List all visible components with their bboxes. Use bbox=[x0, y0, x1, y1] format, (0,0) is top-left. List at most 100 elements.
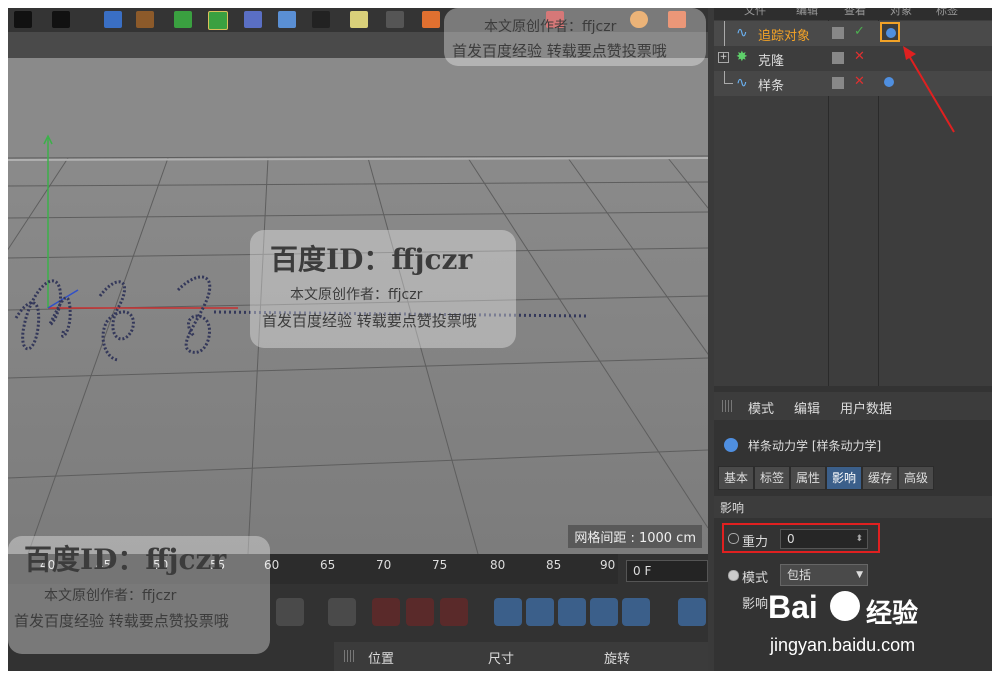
light-icon[interactable] bbox=[350, 11, 368, 28]
baidu-brand-suffix: 经验 bbox=[866, 599, 919, 629]
baidu-url: jingyan.baidu.com bbox=[770, 635, 916, 655]
watermark-title: 百度ID：ffjczr bbox=[24, 543, 227, 576]
menu-tag[interactable]: 标签 bbox=[936, 8, 958, 18]
disabled-x-icon[interactable]: ✕ bbox=[854, 74, 865, 89]
record-keyframe-icon[interactable] bbox=[372, 598, 400, 626]
tab-cache[interactable]: 缓存 bbox=[862, 466, 898, 490]
watermark-note: 首发百度经验 转载要点赞投票哦 bbox=[452, 42, 667, 60]
object-name[interactable]: 样条 bbox=[758, 75, 784, 94]
attr-menu-userdata[interactable]: 用户数据 bbox=[840, 398, 892, 417]
object-name[interactable]: 克隆 bbox=[758, 50, 784, 69]
layer-toggle-icon[interactable] bbox=[832, 77, 844, 89]
stepper-icon[interactable]: ⬍ bbox=[849, 530, 863, 548]
spline-tool-icon[interactable] bbox=[136, 11, 154, 28]
chevron-down-icon: ▼ bbox=[856, 570, 863, 580]
mograph-icon[interactable] bbox=[208, 11, 228, 30]
floor-icon[interactable] bbox=[278, 11, 296, 28]
menu-object[interactable]: 对象 bbox=[890, 8, 912, 18]
generator-icon[interactable] bbox=[174, 11, 192, 28]
spline-object-icon: ∿ bbox=[736, 75, 748, 91]
baidu-jingyan-logo: Bai 经验 jingyan.baidu.com bbox=[768, 585, 983, 663]
parameter-key-icon[interactable] bbox=[590, 598, 618, 626]
gravity-value: 0 bbox=[787, 532, 795, 546]
tick-label: 75 bbox=[432, 558, 448, 572]
watermark-note: 首发百度经验 转载要点赞投票哦 bbox=[14, 612, 229, 630]
gravity-label: 重力 bbox=[742, 535, 769, 550]
coord-position-label: 位置 bbox=[368, 652, 395, 667]
clapper-icon[interactable] bbox=[14, 11, 32, 28]
film-strip-icon[interactable] bbox=[678, 598, 706, 626]
z-axis bbox=[47, 289, 79, 309]
annotation-arrow bbox=[903, 46, 955, 133]
play-render-icon[interactable] bbox=[52, 11, 70, 28]
watermark-note: 首发百度经验 转载要点赞投票哦 bbox=[262, 312, 477, 330]
tick-label: 70 bbox=[376, 558, 392, 572]
mode-label: 模式 bbox=[742, 571, 769, 586]
scale-key-icon[interactable] bbox=[526, 598, 554, 626]
spline-dynamics-icon bbox=[724, 438, 738, 452]
grip-icon bbox=[344, 650, 356, 662]
mode-value: 包括 bbox=[787, 568, 812, 582]
loop-icon[interactable] bbox=[276, 598, 304, 626]
tick-label: 80 bbox=[490, 558, 506, 572]
move-key-icon[interactable] bbox=[494, 598, 522, 626]
tick-label: 65 bbox=[320, 558, 336, 572]
tab-influence[interactable]: 影响 bbox=[826, 466, 862, 490]
attribute-menu: 模式 编辑 用户数据 bbox=[714, 392, 992, 420]
expand-icon[interactable]: + bbox=[718, 52, 729, 63]
tick-label: 85 bbox=[546, 558, 562, 572]
watermark-author: 本文原创作者：ffjczr bbox=[484, 19, 617, 35]
attr-menu-edit[interactable]: 编辑 bbox=[794, 398, 820, 417]
coord-rotation-label: 旋转 bbox=[604, 652, 631, 667]
rotate-key-icon[interactable] bbox=[558, 598, 586, 626]
section-header: 影响 bbox=[714, 496, 992, 518]
section-title: 影响 bbox=[720, 501, 745, 515]
tag-dot-icon bbox=[886, 28, 896, 38]
menu-file[interactable]: 文件 bbox=[744, 8, 766, 18]
radio-icon[interactable] bbox=[728, 570, 739, 581]
right-panel: 文件 编辑 查看 对象 标签 ∿ 追踪对象 ✓ + ✸ 克隆 ✕ ∿ 样条 ✕ … bbox=[714, 8, 992, 671]
object-manager-menu: 文件 编辑 查看 对象 标签 bbox=[714, 8, 992, 20]
cube-icon[interactable] bbox=[104, 11, 122, 28]
watermark-author: 本文原创作者：ffjczr bbox=[290, 287, 423, 303]
autokey-icon[interactable] bbox=[406, 598, 434, 626]
tab-tag[interactable]: 标签 bbox=[754, 466, 790, 490]
tab-properties[interactable]: 属性 bbox=[790, 466, 826, 490]
mode-dropdown[interactable]: 包括 ▼ bbox=[780, 564, 868, 586]
coord-size-label: 尺寸 bbox=[488, 652, 515, 667]
tick-label: 90 bbox=[600, 558, 616, 572]
layer-toggle-icon[interactable] bbox=[832, 52, 844, 64]
spline-object-icon: ∿ bbox=[736, 25, 748, 41]
object-manager: 文件 编辑 查看 对象 标签 ∿ 追踪对象 ✓ + ✸ 克隆 ✕ ∿ 样条 ✕ bbox=[714, 8, 992, 386]
watermark-title: 百度ID：ffjczr bbox=[270, 243, 473, 276]
point-level-icon[interactable] bbox=[622, 598, 650, 626]
object-name[interactable]: 追踪对象 bbox=[758, 25, 810, 44]
pen-icon[interactable] bbox=[386, 11, 404, 28]
watermark-author: 本文原创作者：ffjczr bbox=[44, 588, 177, 604]
attr-menu-mode[interactable]: 模式 bbox=[748, 398, 774, 417]
check-icon[interactable]: ✓ bbox=[854, 24, 865, 39]
keyframe-help-icon[interactable] bbox=[440, 598, 468, 626]
deformer-icon[interactable] bbox=[244, 11, 262, 28]
spline-dynamics-tag-icon[interactable] bbox=[884, 77, 894, 87]
goto-end-icon[interactable] bbox=[328, 598, 356, 626]
gravity-input[interactable]: 0 ⬍ bbox=[780, 529, 868, 549]
menu-view[interactable]: 查看 bbox=[844, 8, 866, 18]
grip-icon bbox=[722, 400, 734, 412]
radio-icon[interactable] bbox=[728, 533, 739, 544]
tab-basic[interactable]: 基本 bbox=[718, 466, 754, 490]
camera-icon[interactable] bbox=[312, 11, 330, 28]
object-row-tracer[interactable]: ∿ 追踪对象 ✓ bbox=[714, 21, 992, 46]
cinema4d-window: 网格间距 : 1000 cm 文件 编辑 查看 对象 标签 ∿ 追踪对象 ✓ +… bbox=[8, 8, 992, 671]
tag-icon[interactable] bbox=[422, 11, 440, 28]
grid-spacing-label: 网格间距 : 1000 cm bbox=[568, 525, 702, 548]
tree-line-icon bbox=[724, 21, 733, 46]
attr-title: 样条动力学 [样条动力学] bbox=[748, 439, 882, 453]
menu-edit[interactable]: 编辑 bbox=[796, 8, 818, 18]
disabled-x-icon[interactable]: ✕ bbox=[854, 49, 865, 64]
coordinates-header: 位置 尺寸 旋转 bbox=[334, 642, 708, 671]
influence-label: 影响 bbox=[742, 597, 769, 612]
current-frame-field[interactable]: 0 F bbox=[626, 560, 708, 582]
tab-advanced[interactable]: 高级 bbox=[898, 466, 934, 490]
layer-toggle-icon[interactable] bbox=[832, 27, 844, 39]
